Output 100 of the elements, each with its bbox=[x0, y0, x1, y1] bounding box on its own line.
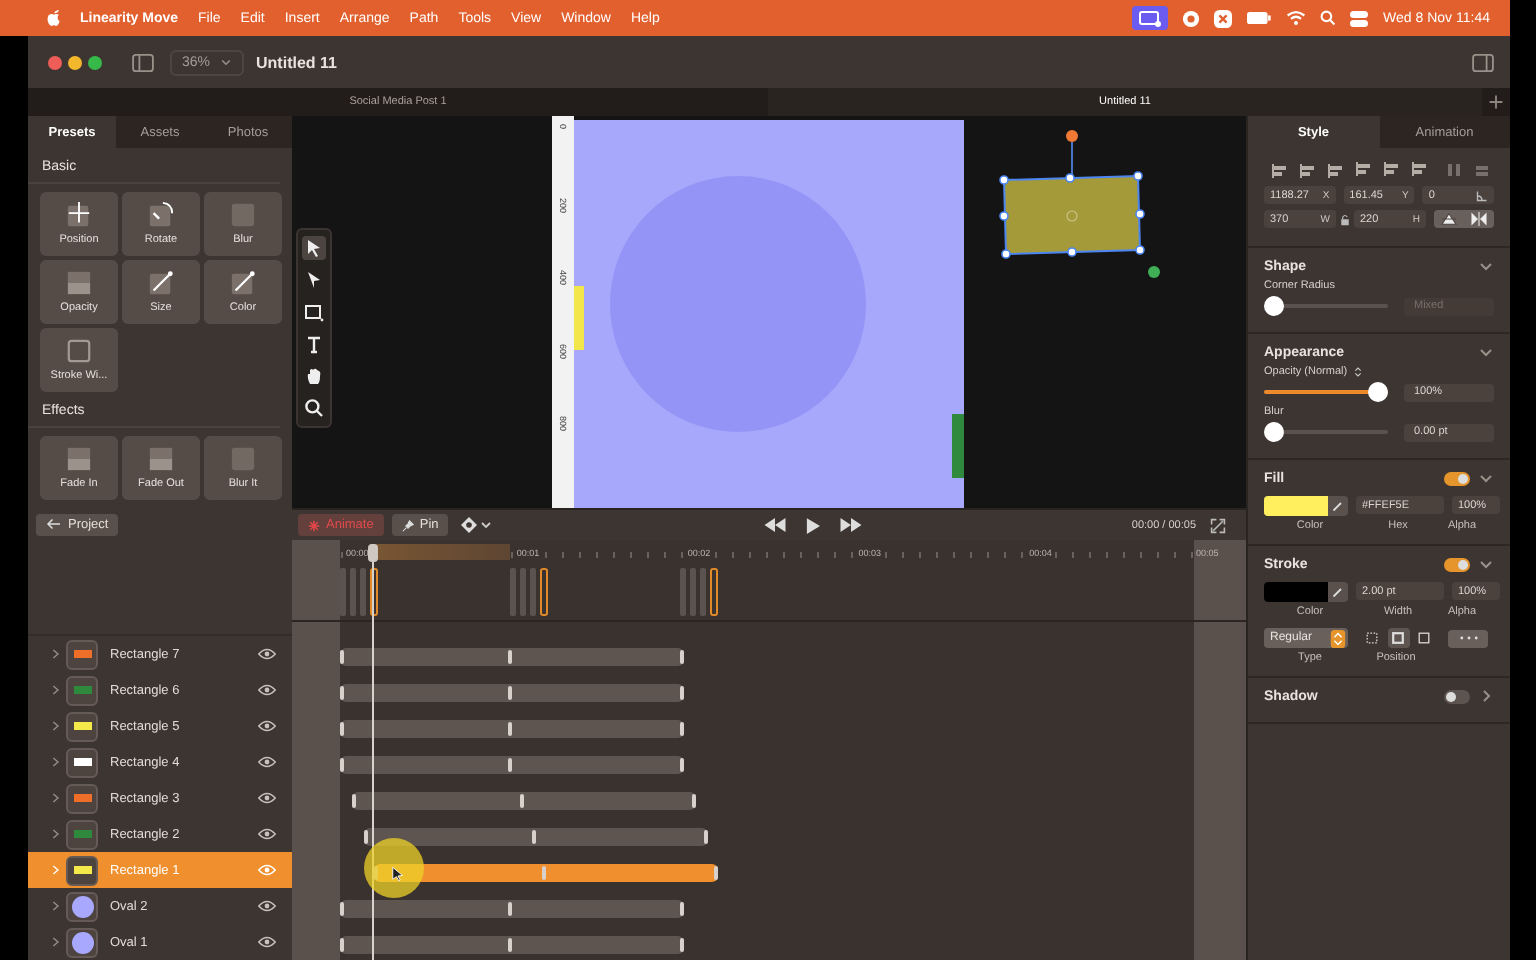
rectangle-shape bbox=[574, 286, 584, 350]
fullscreen-icon[interactable] bbox=[1210, 517, 1227, 533]
record-dot-icon[interactable] bbox=[1181, 9, 1200, 27]
stepper-icon bbox=[1330, 629, 1346, 647]
eye-icon[interactable] bbox=[258, 828, 276, 840]
minimize-window-button[interactable] bbox=[68, 55, 82, 69]
slider[interactable] bbox=[1264, 296, 1388, 316]
eye-icon[interactable] bbox=[258, 684, 276, 696]
keyframe-bar[interactable] bbox=[340, 647, 684, 665]
stroke-position-button[interactable] bbox=[1413, 628, 1435, 648]
eye-icon[interactable] bbox=[258, 900, 276, 912]
pin-icon bbox=[401, 519, 414, 531]
keyframe-bar[interactable] bbox=[340, 899, 684, 917]
keyframe-bar[interactable] bbox=[340, 755, 684, 773]
slider-thumb[interactable] bbox=[1264, 422, 1284, 442]
back-arrow-icon bbox=[46, 518, 62, 530]
chevron-right-icon[interactable] bbox=[1478, 688, 1494, 704]
stroke-position-button[interactable] bbox=[1361, 628, 1383, 648]
chevron-down-icon[interactable] bbox=[1478, 470, 1494, 486]
slider[interactable] bbox=[1264, 422, 1388, 442]
stroke-preset-icon bbox=[66, 338, 92, 364]
keyframe-bar[interactable] bbox=[340, 719, 684, 737]
chevron-down-icon[interactable] bbox=[1478, 258, 1494, 274]
color-preset-icon bbox=[230, 270, 256, 296]
toggle-switch[interactable] bbox=[1444, 471, 1470, 485]
mouse-pointer-icon bbox=[392, 866, 404, 882]
eye-icon[interactable] bbox=[258, 936, 276, 948]
chevron-down-icon[interactable] bbox=[1478, 556, 1494, 572]
chevron-down-icon bbox=[220, 56, 233, 68]
fast-forward-icon[interactable] bbox=[839, 518, 862, 532]
eyedropper-icon[interactable] bbox=[1332, 500, 1344, 512]
eyedropper-icon[interactable] bbox=[1332, 586, 1344, 598]
selected-rectangle[interactable] bbox=[999, 130, 1145, 259]
rotate-preset-icon bbox=[148, 202, 174, 228]
flip-horizontal-icon[interactable] bbox=[1470, 212, 1488, 226]
keyframe-bar[interactable] bbox=[340, 683, 684, 701]
expand-chevron-icon[interactable] bbox=[52, 936, 60, 948]
control-center-icon[interactable] bbox=[1349, 9, 1368, 27]
sidebar-icon[interactable] bbox=[132, 53, 154, 71]
blur-preset-icon bbox=[230, 446, 256, 472]
wifi-icon[interactable] bbox=[1285, 10, 1306, 26]
battery-icon[interactable] bbox=[1245, 12, 1272, 24]
flip-vertical-icon[interactable] bbox=[1440, 212, 1458, 226]
rewind-icon[interactable] bbox=[763, 518, 786, 532]
anchor-point[interactable] bbox=[1148, 266, 1160, 278]
expand-chevron-icon[interactable] bbox=[52, 900, 60, 912]
keyframe-bar[interactable] bbox=[364, 827, 708, 845]
up-down-arrows-icon[interactable] bbox=[1353, 366, 1362, 378]
keyframe-menu-icon[interactable] bbox=[460, 516, 493, 534]
keyframe-bar[interactable] bbox=[340, 935, 684, 953]
square-icon bbox=[1364, 630, 1380, 646]
stroke-color-swatch[interactable] bbox=[1264, 582, 1348, 602]
hand-tool-icon[interactable] bbox=[302, 364, 326, 388]
expand-chevron-icon[interactable] bbox=[52, 828, 60, 840]
expand-chevron-icon[interactable] bbox=[52, 756, 60, 768]
eye-icon[interactable] bbox=[258, 720, 276, 732]
expand-chevron-icon[interactable] bbox=[52, 648, 60, 660]
chevron-down-icon[interactable] bbox=[1478, 344, 1494, 360]
toggle-switch[interactable] bbox=[1444, 557, 1470, 571]
move-preset-icon bbox=[66, 202, 92, 228]
slider-thumb[interactable] bbox=[1264, 296, 1284, 316]
more-options-button[interactable] bbox=[1448, 629, 1488, 647]
opacity-preset-icon bbox=[148, 446, 174, 472]
inspector-panel-icon[interactable] bbox=[1472, 53, 1494, 71]
keyframe-group[interactable] bbox=[510, 568, 548, 616]
stroke-position-button[interactable] bbox=[1387, 628, 1409, 648]
square-icon bbox=[1416, 630, 1432, 646]
add-tab-icon[interactable] bbox=[1488, 94, 1504, 110]
lock-icon[interactable] bbox=[1340, 213, 1350, 225]
search-icon[interactable] bbox=[1319, 10, 1336, 26]
eye-icon[interactable] bbox=[258, 648, 276, 660]
close-circle-icon[interactable] bbox=[1213, 9, 1232, 27]
keyframe-group[interactable] bbox=[680, 568, 718, 616]
expand-chevron-icon[interactable] bbox=[52, 792, 60, 804]
expand-chevron-icon[interactable] bbox=[52, 720, 60, 732]
cursor-highlight bbox=[364, 838, 424, 898]
selection-tool-icon[interactable] bbox=[302, 236, 326, 260]
zoom-tool-icon[interactable] bbox=[302, 396, 326, 420]
keyframe-bar[interactable] bbox=[352, 791, 696, 809]
asterisk-icon bbox=[308, 519, 320, 531]
eye-icon[interactable] bbox=[258, 792, 276, 804]
zoom-window-button[interactable] bbox=[88, 55, 102, 69]
angle-icon bbox=[1476, 189, 1489, 201]
slider-thumb[interactable] bbox=[1368, 382, 1388, 402]
opacity-preset-icon bbox=[66, 270, 92, 296]
keyframe-group[interactable] bbox=[340, 568, 378, 616]
eye-icon[interactable] bbox=[258, 756, 276, 768]
screen-record-icon[interactable] bbox=[1131, 6, 1168, 30]
close-window-button[interactable] bbox=[48, 55, 62, 69]
square-icon bbox=[1390, 630, 1406, 646]
text-tool-icon[interactable] bbox=[302, 332, 326, 356]
toggle-switch[interactable] bbox=[1444, 689, 1470, 703]
expand-chevron-icon[interactable] bbox=[52, 684, 60, 696]
rectangle-shape bbox=[952, 414, 964, 478]
apple-logo-icon[interactable] bbox=[46, 8, 62, 28]
play-icon[interactable] bbox=[805, 517, 820, 533]
slider[interactable] bbox=[1264, 382, 1388, 402]
blur-preset-icon bbox=[230, 202, 256, 228]
rectangle-tool-icon[interactable] bbox=[302, 300, 326, 324]
fill-color-swatch[interactable] bbox=[1264, 496, 1348, 516]
